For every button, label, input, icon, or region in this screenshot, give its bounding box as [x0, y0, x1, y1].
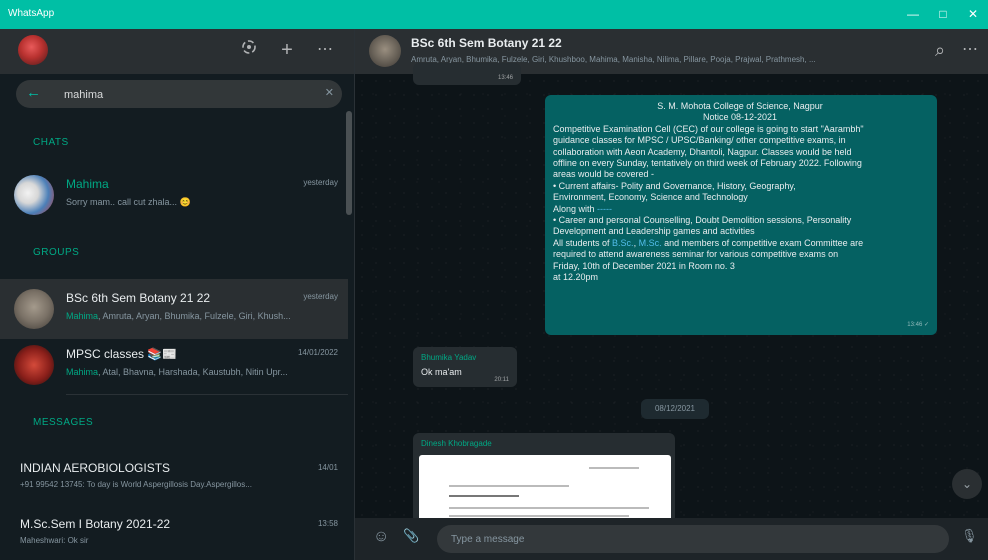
avatar — [14, 345, 54, 385]
sidebar-header: + ⋯ — [0, 29, 354, 74]
message-time: 13:58 — [317, 519, 338, 528]
notice-line: Friday, 10th of December 2021 in Room no… — [553, 260, 735, 271]
message-preview: Maheshwari: Ok sir — [20, 536, 89, 545]
new-chat-icon[interactable]: + — [276, 39, 298, 61]
minimize-button[interactable]: — — [900, 4, 926, 24]
group-time: 14/01/2022 — [297, 348, 338, 357]
notice-line: Competitive Examination Cell (CEC) of ou… — [553, 123, 864, 134]
notice-line: Notice 08-12-2021 — [702, 112, 778, 123]
msc-link[interactable]: M.Sc. — [639, 238, 662, 248]
avatar — [14, 289, 54, 329]
sender-name: Bhumika Yadav — [421, 353, 477, 362]
message-preview: +91 99542 13745: To day is World Aspergi… — [20, 480, 252, 489]
group-avatar[interactable] — [369, 35, 401, 67]
message-bubble-outgoing[interactable]: S. M. Mohota College of Science, Nagpur … — [545, 95, 937, 335]
group-name: MPSC classes 📚📰 — [66, 347, 178, 361]
group-preview: Mahima, Atal, Bhavna, Harshada, Kaustubh… — [66, 367, 338, 377]
message-chat-name: INDIAN AEROBIOLOGISTS — [20, 461, 171, 475]
sidebar: + ⋯ ← ✕ CHATS Mahima yesterday Sorry mam… — [0, 29, 355, 560]
group-row-bsc[interactable]: BSc 6th Sem Botany 21 22 yesterday Mahim… — [0, 279, 348, 339]
notice-line: • Career and personal Counselling, Doubt… — [553, 215, 852, 226]
attach-icon[interactable]: 📎 — [403, 528, 419, 544]
section-groups: GROUPS — [33, 247, 80, 258]
close-button[interactable]: ✕ — [960, 4, 986, 24]
search-bar: ← ✕ — [0, 74, 354, 114]
scroll-down-button[interactable]: ⌄ — [952, 469, 982, 499]
section-chats: CHATS — [33, 137, 69, 148]
message-chat-name: M.Sc.Sem I Botany 2021-22 — [20, 517, 171, 531]
notice-line: at 12.20pm — [553, 272, 599, 283]
notice-line: • Current affairs- Polity and Governance… — [553, 180, 796, 191]
bsc-link[interactable]: B.Sc. — [612, 238, 634, 248]
maximize-button[interactable]: □ — [930, 4, 956, 24]
sender-name: Dinesh Khobragade — [421, 439, 492, 448]
divider — [66, 394, 348, 395]
chat-title: BSc 6th Sem Botany 21 22 — [411, 36, 562, 50]
chat-row-mahima[interactable]: Mahima yesterday Sorry mam.. call cut zh… — [0, 165, 348, 225]
preview-text: , Atal, Bhavna, Harshada, Kaustubh, Niti… — [98, 367, 288, 377]
message-time: 13:46 — [497, 75, 513, 81]
back-arrow-icon[interactable]: ← — [26, 84, 41, 101]
section-messages: MESSAGES — [33, 417, 94, 428]
notice-line: offline on every Sunday, tentatively on … — [553, 158, 862, 169]
menu-icon[interactable]: ⋯ — [314, 39, 336, 61]
chat-preview: Sorry mam.. call cut zhala... 😊 — [66, 197, 191, 207]
search-input[interactable] — [64, 87, 304, 103]
window-title: WhatsApp — [8, 8, 55, 19]
search-box: ← ✕ — [16, 80, 342, 108]
message-input[interactable] — [437, 525, 949, 553]
title-bar: WhatsApp — □ ✕ — [0, 0, 988, 29]
notice-line: Along with ----- — [553, 204, 927, 215]
message-row[interactable]: INDIAN AEROBIOLOGISTS 14/01 +91 99542 13… — [0, 451, 348, 501]
chat-name: Mahima — [66, 177, 109, 191]
notice-line: required to attend awareness seminar for… — [553, 249, 839, 260]
composer: ☺ 📎 🎙 — [355, 518, 988, 560]
message-row[interactable]: M.Sc.Sem I Botany 2021-22 13:58 Maheshwa… — [0, 507, 348, 557]
chat-panel: BSc 6th Sem Botany 21 22 Amruta, Aryan, … — [355, 29, 988, 560]
preview-highlight: Mahima — [66, 311, 99, 321]
preview-text: , Amruta, Aryan, Bhumika, Fulzele, Giri,… — [98, 311, 291, 321]
mic-icon[interactable]: 🎙 — [961, 528, 978, 544]
notice-line: areas would be covered - — [553, 169, 655, 180]
group-name: BSc 6th Sem Botany 21 22 — [66, 291, 211, 305]
notice-line: All students of B.Sc., M.Sc. and members… — [553, 238, 927, 249]
search-icon[interactable]: ⌕ — [929, 39, 951, 61]
menu-icon[interactable]: ⋯ — [959, 39, 981, 61]
whatsapp-app: WhatsApp — □ ✕ + ⋯ ← ✕ CHATS Mahima yest… — [0, 0, 988, 560]
message-text: Ok ma'am — [421, 367, 462, 377]
clear-icon[interactable]: ✕ — [325, 86, 334, 99]
group-time: yesterday — [303, 292, 338, 301]
notice-line: Environment, Economy, Science and Techno… — [553, 192, 748, 203]
all-students-text: All students of — [553, 237, 613, 248]
notice-link[interactable]: ----- — [597, 204, 612, 214]
sidebar-scrollbar[interactable] — [346, 111, 352, 215]
notice-line: collaboration with Aeon Academy, Dhantol… — [553, 146, 852, 157]
profile-avatar[interactable] — [18, 35, 48, 65]
along-with-text: Along with — [553, 203, 595, 214]
message-time: 13:46 ✓ — [907, 321, 929, 328]
notice-line: S. M. Mohota College of Science, Nagpur — [657, 101, 823, 111]
chat-time: yesterday — [303, 178, 338, 187]
emoji-icon[interactable]: ☺ — [373, 528, 389, 546]
group-row-mpsc[interactable]: MPSC classes 📚📰 14/01/2022 Mahima, Atal,… — [0, 335, 348, 395]
preview-highlight: Mahima — [66, 367, 99, 377]
group-preview: Mahima, Amruta, Aryan, Bhumika, Fulzele,… — [66, 311, 338, 321]
message-time: 14/01 — [317, 463, 338, 472]
message-time: 20:11 — [494, 377, 509, 383]
notice-line: Development and Leadership games and act… — [553, 226, 755, 237]
document-preview[interactable] — [419, 455, 671, 525]
notice-line-rest: and members of competitive exam Committe… — [664, 237, 864, 248]
message-bubble-incoming[interactable]: Bhumika Yadav Ok ma'am 20:11 — [413, 347, 517, 387]
avatar — [14, 175, 54, 215]
notice-line: guidance classes for MPSC / UPSC/Banking… — [553, 135, 846, 146]
status-icon[interactable] — [238, 39, 260, 61]
message-bubble-incoming[interactable]: 13:46 — [413, 63, 521, 85]
date-divider: 08/12/2021 — [641, 399, 709, 419]
